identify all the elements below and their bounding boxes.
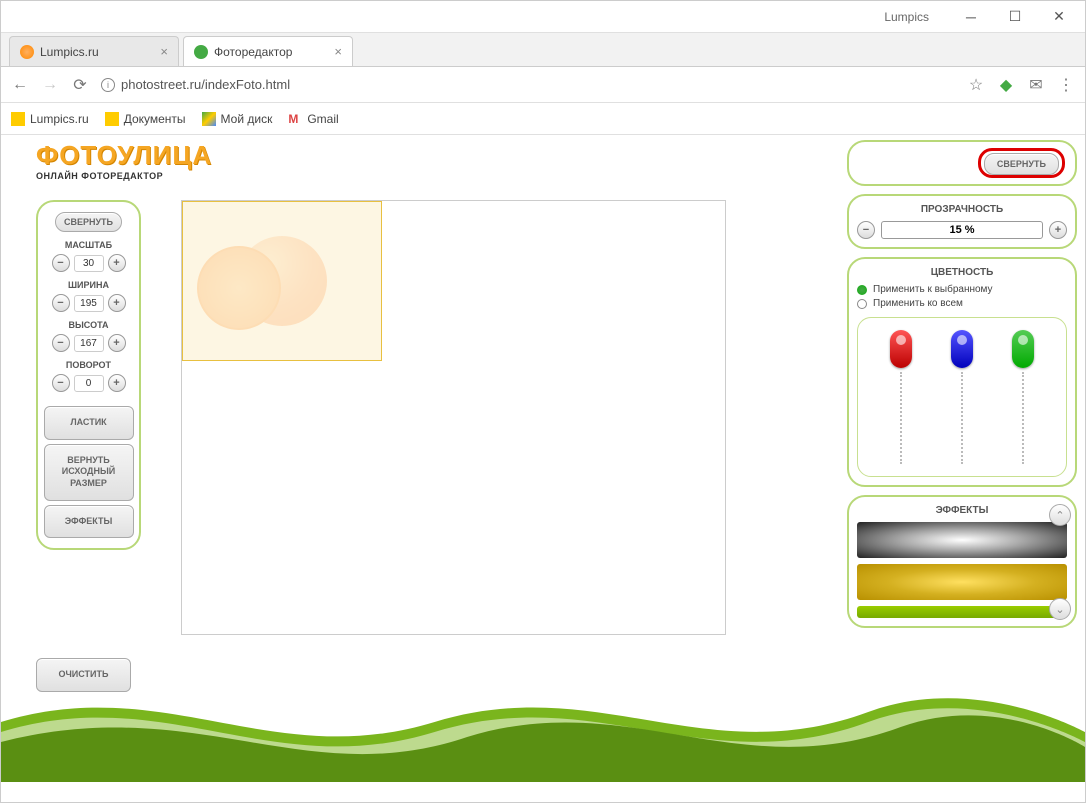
extension-icon[interactable]: ◆ [997,75,1015,95]
clear-button[interactable]: ОЧИСТИТЬ [36,658,131,692]
green-slider-knob[interactable] [1012,330,1034,368]
scale-minus-button[interactable]: − [52,254,70,272]
blue-slider[interactable] [950,330,974,464]
rotate-spinner: − 0 + [52,374,126,392]
color-title: ЦВЕТНОСТЬ [857,267,1067,278]
height-spinner: − 167 + [52,334,126,352]
logo-main: ФОТОУЛИЦА [36,140,212,171]
width-plus-button[interactable]: + [108,294,126,312]
tab-close-icon[interactable]: × [334,44,342,59]
scale-value[interactable]: 30 [74,255,104,272]
window-maximize-button[interactable]: ☐ [993,3,1037,31]
bookmark-star-icon[interactable]: ☆ [967,75,985,95]
folder-icon [105,112,119,126]
effect-preset-vignette[interactable] [857,522,1067,558]
bookmarks-bar: Lumpics.ru Документы Мой диск MGmail [1,103,1085,135]
opacity-value[interactable]: 15 % [881,221,1043,239]
browser-menu-button[interactable]: ⋮ [1057,75,1075,95]
width-spinner: − 195 + [52,294,126,312]
nav-back-button[interactable]: ← [11,76,29,94]
browser-address-bar: ← → ⟳ i photostreet.ru/indexFoto.html ☆ … [1,67,1085,103]
nav-forward-button[interactable]: → [41,76,59,94]
effects-button[interactable]: ЭФФЕКТЫ [44,505,134,539]
url-text: photostreet.ru/indexFoto.html [121,77,290,92]
effects-panel: ЭФФЕКТЫ ⌃ ⌄ [847,495,1077,628]
app-logo: ФОТОУЛИЦА ОНЛАЙН ФОТОРЕДАКТОР [36,140,212,181]
mail-icon[interactable]: ✉ [1027,75,1045,95]
effects-scroll-down-button[interactable]: ⌄ [1049,598,1071,620]
editor-canvas[interactable] [181,200,726,635]
gmail-icon: M [288,112,302,126]
scale-spinner: − 30 + [52,254,126,272]
site-info-icon[interactable]: i [101,78,115,92]
green-slider[interactable] [1011,330,1035,464]
radio-off-icon [857,299,867,309]
bookmark-item[interactable]: Документы [105,112,186,126]
collapse-left-button[interactable]: СВЕРНУТЬ [55,212,122,232]
image-preview [237,236,327,326]
height-value[interactable]: 167 [74,335,104,352]
window-title: Lumpics [5,10,949,24]
height-label: ВЫСОТА [68,320,108,330]
tab-close-icon[interactable]: × [160,44,168,59]
collapse-right-button[interactable]: СВЕРНУТЬ [984,153,1059,175]
effect-preset-gold[interactable] [857,564,1067,600]
browser-tabstrip: Lumpics.ru × Фоторедактор × [1,33,1085,67]
browser-tab[interactable]: Lumpics.ru × [9,36,179,66]
effects-scroll-up-button[interactable]: ⌃ [1049,504,1071,526]
url-field[interactable]: i photostreet.ru/indexFoto.html [101,77,955,92]
opacity-plus-button[interactable]: + [1049,221,1067,239]
rotate-value[interactable]: 0 [74,375,104,392]
rotate-minus-button[interactable]: − [52,374,70,392]
collapse-panel: СВЕРНУТЬ [847,140,1077,186]
width-label: ШИРИНА [68,280,109,290]
radio-on-icon [857,285,867,295]
red-slider-knob[interactable] [890,330,912,368]
opacity-title: ПРОЗРАЧНОСТЬ [857,204,1067,215]
window-close-button[interactable]: ✕ [1037,3,1081,31]
window-titlebar: Lumpics ─ ☐ ✕ [1,1,1085,33]
restore-size-button[interactable]: ВЕРНУТЬ ИСХОДНЫЙ РАЗМЕР [44,444,134,501]
drive-icon [202,112,216,126]
scale-plus-button[interactable]: + [108,254,126,272]
width-minus-button[interactable]: − [52,294,70,312]
effect-preset-green[interactable] [857,606,1067,618]
color-panel: ЦВЕТНОСТЬ Применить к выбранному Примени… [847,257,1077,487]
tab-label: Lumpics.ru [40,45,99,59]
folder-icon [11,112,25,126]
rotate-label: ПОВОРОТ [66,360,111,370]
scale-label: МАСШТАБ [65,240,112,250]
red-slider[interactable] [889,330,913,464]
selected-image-object[interactable] [182,201,382,361]
rotate-plus-button[interactable]: + [108,374,126,392]
eraser-button[interactable]: ЛАСТИК [44,406,134,440]
width-value[interactable]: 195 [74,295,104,312]
logo-sub: ОНЛАЙН ФОТОРЕДАКТОР [36,171,212,181]
apply-selected-radio[interactable]: Применить к выбранному [857,284,1067,295]
opacity-minus-button[interactable]: − [857,221,875,239]
tab-favicon-icon [194,45,208,59]
color-sliders [857,317,1067,477]
decorative-wave [1,662,1085,782]
tab-label: Фоторедактор [214,45,292,59]
effects-title: ЭФФЕКТЫ [857,505,1067,516]
opacity-panel: ПРОЗРАЧНОСТЬ − 15 % + [847,194,1077,249]
collapse-highlight: СВЕРНУТЬ [978,148,1065,178]
left-tools-panel: СВЕРНУТЬ МАСШТАБ − 30 + ШИРИНА − 195 + В… [36,200,141,550]
blue-slider-knob[interactable] [951,330,973,368]
bookmark-item[interactable]: MGmail [288,112,338,126]
window-minimize-button[interactable]: ─ [949,3,993,31]
height-plus-button[interactable]: + [108,334,126,352]
height-minus-button[interactable]: − [52,334,70,352]
page-content: ФОТОУЛИЦА ОНЛАЙН ФОТОРЕДАКТОР СВЕРНУТЬ М… [1,135,1085,802]
right-panels-column: СВЕРНУТЬ ПРОЗРАЧНОСТЬ − 15 % + ЦВЕТНОСТЬ… [847,140,1077,628]
browser-tab-active[interactable]: Фоторедактор × [183,36,353,66]
bookmark-item[interactable]: Lumpics.ru [11,112,89,126]
bookmark-item[interactable]: Мой диск [202,112,273,126]
apply-all-radio[interactable]: Применить ко всем [857,298,1067,309]
tab-favicon-icon [20,45,34,59]
nav-reload-button[interactable]: ⟳ [71,75,89,95]
